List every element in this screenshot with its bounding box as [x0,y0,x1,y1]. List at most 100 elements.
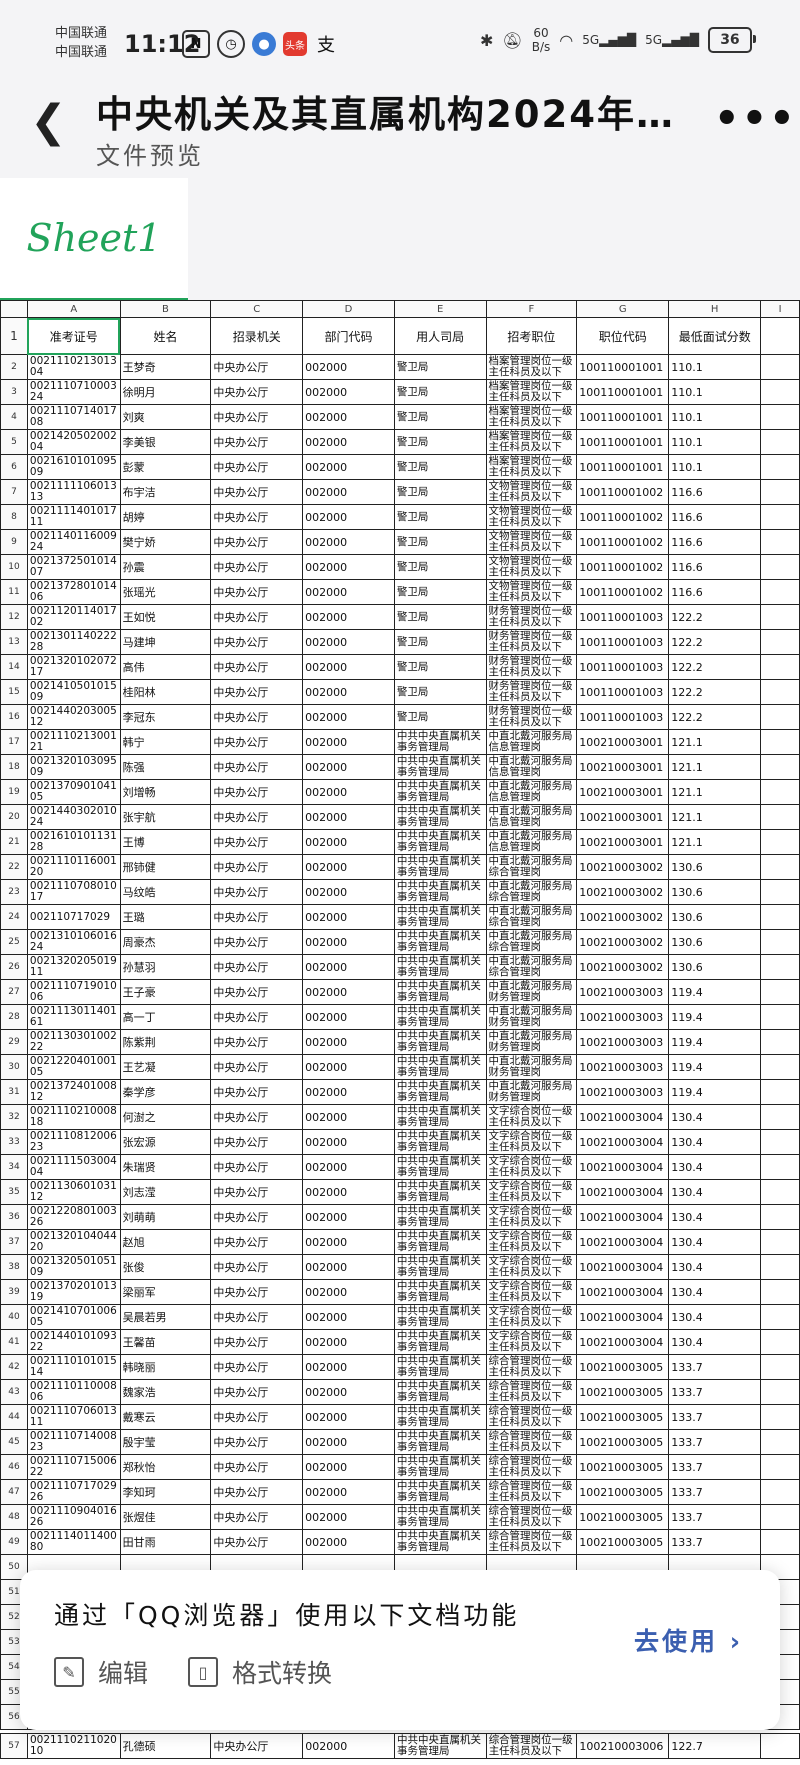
cell-org[interactable]: 中央办公厅 [210,404,304,430]
cell-score[interactable]: 130.6 [668,954,762,980]
cell-bureau[interactable]: 中共中央直属机关事务管理局 [393,1054,487,1080]
cell-bureau[interactable]: 警卫局 [393,654,487,680]
cell-id[interactable]: 002137020101319 [26,1279,121,1305]
cell-code[interactable]: 100110001003 [576,704,670,730]
cell-name[interactable]: 赵旭 [119,1229,212,1255]
empty-cell[interactable] [760,1329,800,1355]
cell-bureau[interactable]: 中共中央直属机关事务管理局 [393,1454,487,1480]
cell-org[interactable]: 中央办公厅 [210,1254,304,1280]
cell-org[interactable]: 中央办公厅 [210,454,304,480]
row-number[interactable]: 24 [0,904,28,930]
cell-score[interactable]: 130.4 [668,1304,762,1330]
cell-code[interactable]: 100210003004 [576,1104,670,1130]
cell-org[interactable]: 中央办公厅 [210,379,304,405]
empty-cell[interactable] [760,654,800,680]
cell-id[interactable]: 002111071500622 [26,1454,121,1480]
cell-score[interactable]: 130.6 [668,879,762,905]
cell-org[interactable]: 中央办公厅 [210,679,304,705]
cell-bureau[interactable]: 警卫局 [393,454,487,480]
cell-pos[interactable]: 综合管理岗位一级主任科员及以下 [485,1354,578,1380]
cell-org[interactable]: 中央办公厅 [210,1733,304,1759]
cell-id[interactable]: 002111071702926 [26,1479,121,1505]
cell-id[interactable]: 002111010101514 [26,1354,121,1380]
cell-pos[interactable]: 文字综合岗位一级主任科员及以下 [485,1179,578,1205]
sheet-tab-sheet1[interactable]: Sheet1 [0,178,188,302]
cell-dept[interactable]: 002000 [302,779,395,805]
cell-name[interactable]: 田甘雨 [119,1529,212,1555]
cell-score[interactable]: 122.2 [668,704,762,730]
row-number[interactable]: 36 [0,1204,28,1230]
empty-cell[interactable] [760,579,800,605]
empty-cell[interactable] [760,404,800,430]
cell-id[interactable]: 002113030100222 [26,1029,121,1055]
cell-score[interactable]: 122.7 [668,1733,762,1759]
cell-dept[interactable]: 002000 [302,1354,395,1380]
cell-dept[interactable]: 002000 [302,1479,395,1505]
empty-cell[interactable] [760,479,800,505]
cell-id[interactable]: 002144010109322 [26,1329,121,1355]
cell-code[interactable]: 100210003003 [576,979,670,1005]
cell-name[interactable]: 孙震 [119,554,212,580]
cell-org[interactable]: 中央办公厅 [210,979,304,1005]
empty-cell[interactable] [760,1054,800,1080]
cell-name[interactable]: 何澍之 [119,1104,212,1130]
cell-code[interactable]: 100210003002 [576,929,670,955]
cell-code[interactable]: 100210003004 [576,1254,670,1280]
cell-code[interactable]: 100110001001 [576,354,670,380]
cell-dept[interactable]: 002000 [302,954,395,980]
cell-org[interactable]: 中央办公厅 [210,729,304,755]
cell-id[interactable]: 002113060103112 [26,1179,121,1205]
cell-pos[interactable]: 文字综合岗位一级主任科员及以下 [485,1204,578,1230]
cell-id[interactable]: 002111071401708 [26,404,121,430]
cell-name[interactable]: 张宇航 [119,804,212,830]
cell-score[interactable]: 122.2 [668,629,762,655]
cell-dept[interactable]: 002000 [302,879,395,905]
cell-bureau[interactable]: 中共中央直属机关事务管理局 [393,879,487,905]
cell-name[interactable]: 桂阳林 [119,679,212,705]
cell-name[interactable]: 吴晨若男 [119,1304,212,1330]
cell-org[interactable]: 中央办公厅 [210,1179,304,1205]
cell-dept[interactable]: 002000 [302,1379,395,1405]
row-number[interactable]: 1 [0,317,28,355]
corner-cell[interactable] [0,300,28,318]
empty-cell[interactable] [760,317,800,355]
cell-bureau[interactable]: 中共中央直属机关事务管理局 [393,754,487,780]
cell-id[interactable]: 002111011000806 [26,1379,121,1405]
cell-score[interactable]: 130.4 [668,1254,762,1280]
cell-code[interactable]: 100110001002 [576,529,670,555]
cell-org[interactable]: 中央办公厅 [210,1429,304,1455]
cell-pos[interactable]: 财务管理岗位一级主任科员及以下 [485,654,578,680]
use-now-button[interactable]: 去使用 › [634,1622,743,1658]
cell-pos[interactable]: 文字综合岗位一级主任科员及以下 [485,1329,578,1355]
cell-bureau[interactable]: 中共中央直属机关事务管理局 [393,729,487,755]
empty-cell[interactable] [760,504,800,530]
cell-org[interactable]: 中央办公厅 [210,929,304,955]
cell-score[interactable]: 121.1 [668,829,762,855]
cell-bureau[interactable]: 警卫局 [393,629,487,655]
cell-bureau[interactable]: 中共中央直属机关事务管理局 [393,1204,487,1230]
cell-score[interactable]: 133.7 [668,1479,762,1505]
cell-org[interactable]: 中央办公厅 [210,1029,304,1055]
row-number[interactable]: 13 [0,629,28,655]
cell-pos[interactable]: 综合管理岗位一级主任科员及以下 [485,1379,578,1405]
empty-cell[interactable] [760,1204,800,1230]
cell-pos[interactable]: 文物管理岗位一级主任科员及以下 [485,554,578,580]
cell-dept[interactable]: 002000 [302,579,395,605]
cell-id[interactable]: 002111070801017 [26,879,121,905]
cell-code[interactable]: 100210003003 [576,1054,670,1080]
cell-org[interactable]: 中央办公厅 [210,754,304,780]
cell-code[interactable]: 100210003006 [576,1733,670,1759]
empty-cell[interactable] [760,529,800,555]
cell-code[interactable]: 100110001001 [576,379,670,405]
cell-code[interactable]: 100210003001 [576,754,670,780]
cell-dept[interactable]: 002000 [302,629,395,655]
cell-org[interactable]: 中央办公厅 [210,704,304,730]
cell-name[interactable]: 周豪杰 [119,929,212,955]
row-number[interactable]: 20 [0,804,28,830]
cell-score[interactable]: 119.4 [668,1029,762,1055]
cell-pos[interactable]: 文字综合岗位一级主任科员及以下 [485,1154,578,1180]
cell-pos[interactable]: 档案管理岗位一级主任科员及以下 [485,404,578,430]
cell-org[interactable]: 中央办公厅 [210,1279,304,1305]
cell-org[interactable]: 中央办公厅 [210,1329,304,1355]
cell-pos[interactable]: 中直北戴河服务局财务管理岗 [485,979,578,1005]
